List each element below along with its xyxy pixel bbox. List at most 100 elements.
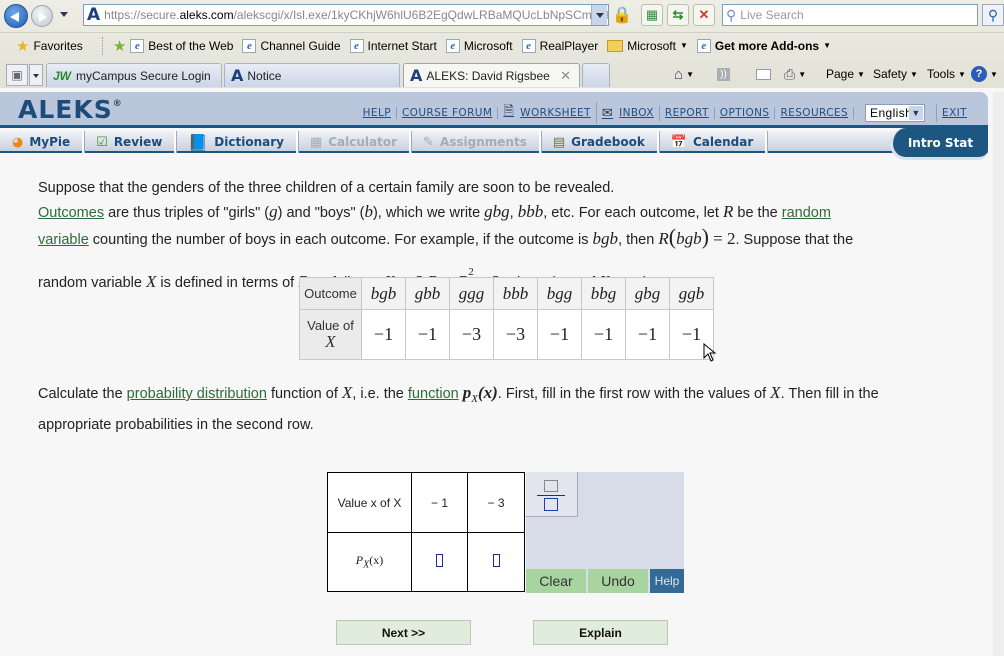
safety-menu[interactable]: Safety ▼ <box>873 64 918 84</box>
favorites-button[interactable]: ★ Favorites <box>16 37 83 55</box>
aleks-icon: A <box>231 66 244 85</box>
menu-label: Gradebook <box>571 135 645 149</box>
address-dropdown-button[interactable] <box>591 5 607 25</box>
fraction-button[interactable] <box>526 472 578 517</box>
text: . Suppose that the <box>735 232 854 248</box>
math-bbb: bbb <box>517 202 544 221</box>
text: appropriate probabilities in the second … <box>38 416 314 433</box>
stop-icon[interactable]: ✕ <box>693 4 715 26</box>
tab-list-dropdown[interactable] <box>29 64 43 86</box>
search-go-button[interactable]: ⚲ <box>982 4 1004 26</box>
add-favorite-icon[interactable]: ★ <box>113 37 126 55</box>
help-button[interactable]: Help <box>650 569 684 593</box>
probability-distribution-link[interactable]: probability distribution <box>127 386 267 402</box>
safety-label: Safety <box>873 67 908 81</box>
feeds-button[interactable]: )) <box>717 64 730 84</box>
random-link[interactable]: random <box>782 205 831 221</box>
menu-review[interactable]: ☑ Review <box>84 131 177 153</box>
compatibility-view-icon[interactable]: ▦ <box>641 4 663 26</box>
help-menu[interactable]: ? ▼ <box>971 64 998 84</box>
answer-palette: Clear Undo Help <box>526 472 684 593</box>
next-button[interactable]: Next >> <box>336 620 471 645</box>
url-path: /alekscgi/x/Isl.exe/1kyCKhjW6hlU6B2EgQdw… <box>233 8 609 22</box>
answer-value-cell[interactable]: − 3 <box>467 472 525 533</box>
math-R: R <box>658 229 669 248</box>
clear-button[interactable]: Clear <box>526 569 586 593</box>
outcomes-link[interactable]: Outcomes <box>38 205 104 221</box>
menu-dictionary[interactable]: 📘 Dictionary <box>176 131 298 153</box>
text: . First, fill in the first row with the … <box>497 386 771 402</box>
instructions: Calculate the probability distribution f… <box>38 380 988 438</box>
course-forum-link[interactable]: COURSE FORUM <box>397 107 499 119</box>
quick-tabs-icon[interactable]: ▣ <box>6 64 28 86</box>
fav-item-channel-guide[interactable]: e Channel Guide <box>242 38 341 53</box>
text: Calculate the <box>38 386 127 402</box>
math-p: p <box>462 383 472 402</box>
menu-calendar[interactable]: 📅 Calendar <box>659 131 768 153</box>
fav-folder-microsoft[interactable]: Microsoft ▼ <box>607 39 688 53</box>
variable-link[interactable]: variable <box>38 232 89 248</box>
tools-menu[interactable]: Tools ▼ <box>927 64 966 84</box>
function-link[interactable]: function <box>408 386 459 402</box>
resources-link[interactable]: RESOURCES <box>775 107 855 119</box>
tab-aleks-active[interactable]: A ALEKS: David Rigsbee ✕ <box>403 63 580 87</box>
inbox-link[interactable]: ✉ INBOX <box>597 105 660 121</box>
value-cell: −3 <box>449 309 494 360</box>
worksheet-link[interactable]: 🗎 WORKSHEET <box>498 102 597 124</box>
mail-button[interactable] <box>756 64 771 84</box>
print-button[interactable]: ⎙ ▼ <box>784 64 806 84</box>
home-button[interactable]: ⌂ ▼ <box>674 64 694 84</box>
new-tab-button[interactable] <box>582 63 610 87</box>
value-row: Value of X −1 −1 −3 −3 −1 −1 −1 −1 <box>299 309 714 360</box>
back-button[interactable] <box>4 4 28 28</box>
language-select[interactable]: English ▼ <box>865 104 926 122</box>
lock-icon[interactable]: 🔒 <box>611 4 633 26</box>
recent-pages-dropdown[interactable] <box>60 12 68 17</box>
inbox-label: INBOX <box>619 107 654 119</box>
tab-mycampus[interactable]: JW myCampus Secure Login <box>46 63 222 87</box>
options-link[interactable]: OPTIONS <box>715 107 776 119</box>
explain-button[interactable]: Explain <box>533 620 668 645</box>
ie-page-icon: e <box>521 38 536 53</box>
course-name-tab[interactable]: Intro Stat <box>890 128 988 160</box>
fav-item-best-of-web[interactable]: e Best of the Web <box>130 38 233 53</box>
menu-mypie[interactable]: ◕ MyPie <box>0 131 85 153</box>
fav-item-realplayer[interactable]: e RealPlayer <box>521 38 599 53</box>
fav-item-get-add-ons[interactable]: e Get more Add-ons ▼ <box>696 38 831 53</box>
menu-gradebook[interactable]: ▤ Gradebook <box>541 131 659 153</box>
value-cell: −1 <box>625 309 670 360</box>
calendar-icon: 📅 <box>670 134 687 150</box>
math-bgb: bgb <box>592 229 619 248</box>
answer-slot[interactable] <box>492 554 500 567</box>
tools-label: Tools <box>927 67 956 81</box>
close-tab-icon[interactable]: ✕ <box>560 68 571 84</box>
forward-button[interactable] <box>31 5 53 27</box>
refresh-icon[interactable]: ⇆ <box>667 4 689 26</box>
page-menu[interactable]: Page ▼ <box>826 64 865 84</box>
fav-item-internet-start[interactable]: e Internet Start <box>349 38 437 53</box>
help-link[interactable]: HELP <box>358 107 397 119</box>
mail-icon <box>756 68 771 80</box>
search-input[interactable]: ⚲ Live Search <box>722 4 978 26</box>
menu-assignments: ✎ Assignments <box>411 131 541 153</box>
text: are thus triples of "girls" ( <box>104 205 270 221</box>
fav-label: RealPlayer <box>539 38 599 53</box>
undo-button[interactable]: Undo <box>588 569 648 593</box>
ie-page-icon: e <box>130 38 145 53</box>
answer-value-cell[interactable]: − 1 <box>411 472 468 533</box>
answer-slot[interactable] <box>436 554 443 567</box>
probability-input-1[interactable] <box>411 532 468 592</box>
fav-item-microsoft[interactable]: e Microsoft <box>445 38 513 53</box>
address-bar[interactable]: A https://secure. aleks.com/alekscgi/x/Is… <box>83 4 609 26</box>
probability-input-2[interactable] <box>467 532 525 592</box>
exit-link[interactable]: EXIT <box>937 107 972 119</box>
value-cell: −3 <box>493 309 538 360</box>
language-value: English <box>870 106 913 120</box>
tab-notice[interactable]: A Notice <box>224 63 400 87</box>
report-link[interactable]: REPORT <box>660 107 715 119</box>
favorites-bar: ★ Favorites ★ e Best of the Web e Channel … <box>0 32 1004 58</box>
math-X: X <box>770 383 781 402</box>
value-cell: −1 <box>361 309 406 360</box>
tab-label: ALEKS: David Rigsbee <box>426 68 550 83</box>
fav-label: Microsoft <box>463 38 513 53</box>
